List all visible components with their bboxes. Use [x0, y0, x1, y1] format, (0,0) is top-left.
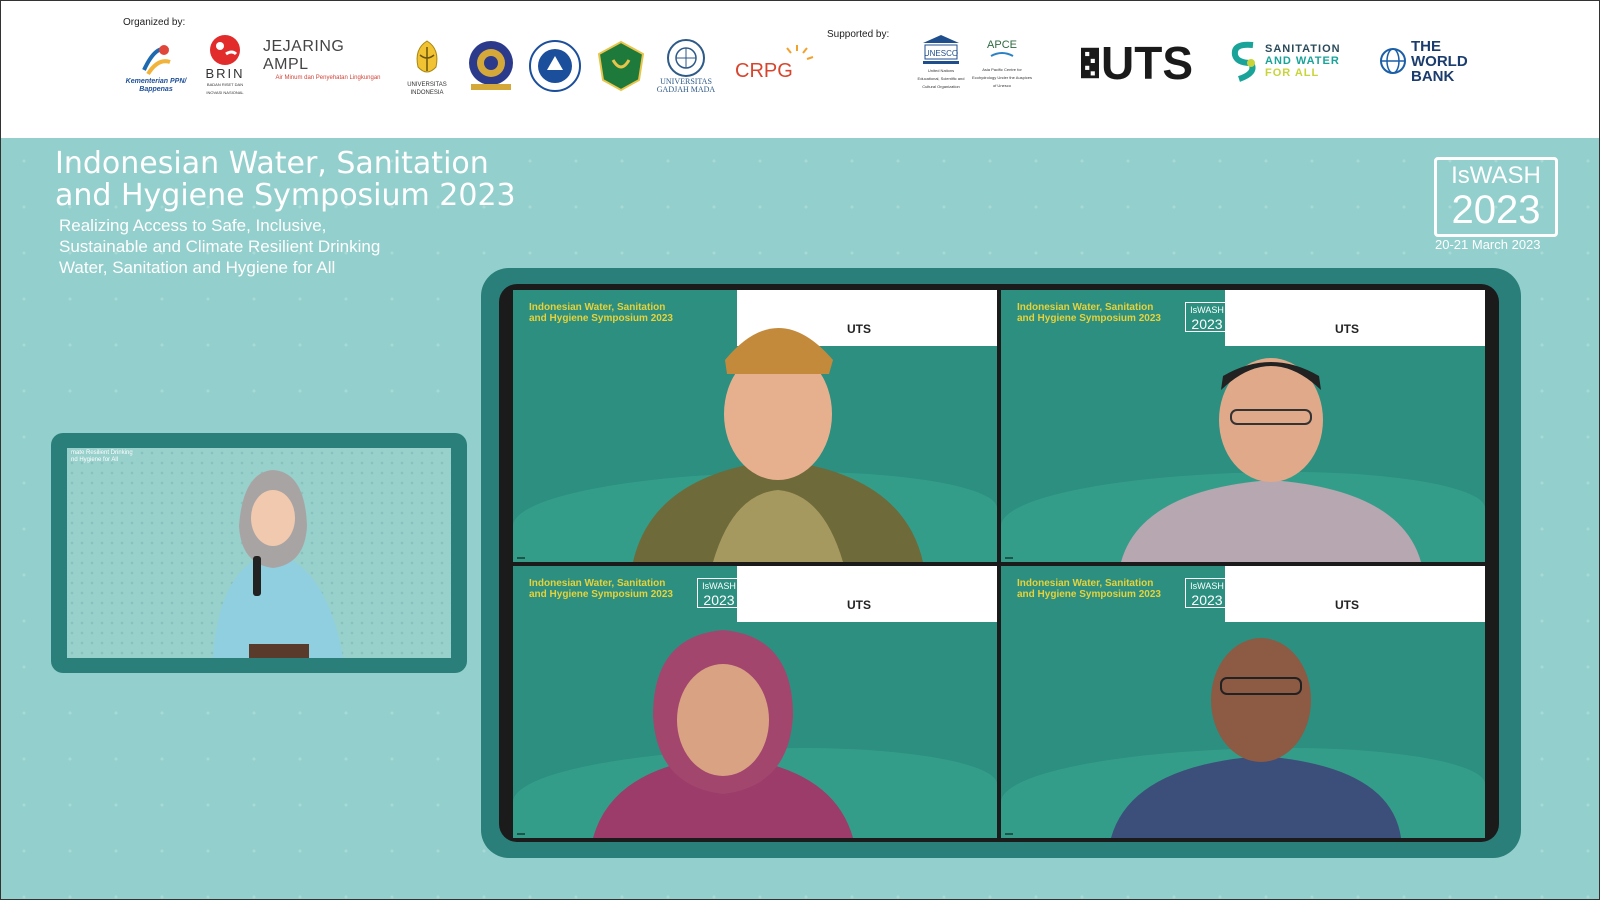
organized-by-label: Organized by: [123, 17, 186, 28]
ugm-seal: UNIVERSITAS GADJAH MADA [655, 35, 717, 97]
worldbank-logo: THE WORLD BANK [1379, 37, 1483, 85]
brin-logo: BRIN BADAN RISET DAN INOVASI NASIONAL [199, 33, 251, 97]
bappenas-logo: Kementerian PPN/ Bappenas [125, 37, 187, 97]
tile-title: Indonesian Water, Sanitation and Hygiene… [529, 578, 673, 600]
tile-badge: IsWASH 2023 [1185, 302, 1229, 332]
crpg-icon: CRPG [735, 45, 814, 82]
apce-logo: APCE Asia Pacific Centre for Ecohydrolog… [971, 33, 1033, 91]
participant-tile[interactable]: UTS Indonesian Water, Sanitation and Hyg… [1001, 290, 1485, 562]
event-title: Indonesian Water, Sanitation and Hygiene… [55, 146, 516, 213]
iswash-badge: IsWASH 2023 [1434, 157, 1558, 237]
ui-seal: UNIVERSITAS INDONESIA [403, 37, 451, 97]
unesco-temple-icon: UNESCO [923, 35, 959, 64]
participant-video [1111, 638, 1401, 838]
participant-name-tag [517, 557, 525, 559]
uts-logo: UTS [1081, 37, 1193, 89]
svg-text:CRPG: CRPG [735, 60, 793, 82]
bappenas-icon [142, 45, 171, 76]
participant-tile[interactable]: UTS Indonesian Water, Sanitation and Hyg… [1001, 566, 1485, 838]
swa-logo: SANITATION AND WATER FOR ALL [1229, 37, 1347, 85]
ampl-logo: JEJARING AMPL Air Minum dan Penyehatan L… [263, 38, 381, 81]
tile-title: Indonesian Water, Sanitation and Hygiene… [1017, 302, 1161, 324]
tile-title: Indonesian Water, Sanitation and Hygiene… [1017, 578, 1161, 600]
itb-icon [529, 40, 581, 92]
tile-badge: IsWASH 2023 [697, 578, 741, 608]
participant-name-tag [1005, 557, 1013, 559]
participant-name-tag [517, 833, 525, 835]
swa-s-icon [1231, 41, 1256, 82]
video-grid: UTS Indonesian Water, Sanitation and Hyg… [499, 284, 1499, 842]
udayana-icon [469, 41, 513, 90]
participant-video [593, 630, 853, 838]
microphone-icon [253, 556, 261, 596]
supported-by-label: Supported by: [827, 29, 890, 40]
crpg-logo: CRPG [735, 41, 815, 89]
video-call-tablet: UTS Indonesian Water, Sanitation and Hyg… [481, 268, 1521, 858]
apce-icon: APCE [987, 39, 1017, 57]
event-date: 20-21 March 2023 [1435, 237, 1541, 252]
participant-name-tag [1005, 833, 1013, 835]
host-video-frame: mate Resilient Drinking nd Hygiene for A… [51, 433, 467, 673]
uts-pattern-icon [1081, 47, 1099, 79]
brin-icon [210, 34, 240, 65]
svg-text:APCE: APCE [987, 39, 1017, 51]
participant-video [1121, 358, 1421, 562]
unesco-logo: UNESCO United Nations Educational, Scien… [917, 33, 965, 91]
tile-badge: IsWASH 2023 [1185, 578, 1229, 608]
host-caption: mate Resilient Drinking nd Hygiene for A… [71, 450, 133, 463]
participant-video [633, 328, 923, 562]
screen-frame: Organized by: Supported by: Kementerian … [0, 0, 1600, 900]
andalas-icon [597, 40, 645, 92]
event-subtitle: Realizing Access to Safe, Inclusive, Sus… [59, 216, 381, 277]
host-video: mate Resilient Drinking nd Hygiene for A… [67, 448, 451, 658]
sponsor-header: Organized by: Supported by: Kementerian … [1, 1, 1599, 138]
worldbank-globe-icon [1380, 48, 1406, 74]
svg-text:UNESCO: UNESCO [924, 49, 958, 58]
andalas-seal [595, 39, 647, 93]
host-presenter [213, 470, 343, 658]
participant-tile[interactable]: UTS Indonesian Water, Sanitation and Hyg… [513, 566, 997, 838]
ugm-icon [667, 39, 705, 77]
udayana-seal [467, 39, 515, 93]
ui-makara-icon [416, 40, 438, 73]
participant-tile[interactable]: UTS Indonesian Water, Sanitation and Hyg… [513, 290, 997, 562]
itb-seal [529, 39, 581, 93]
